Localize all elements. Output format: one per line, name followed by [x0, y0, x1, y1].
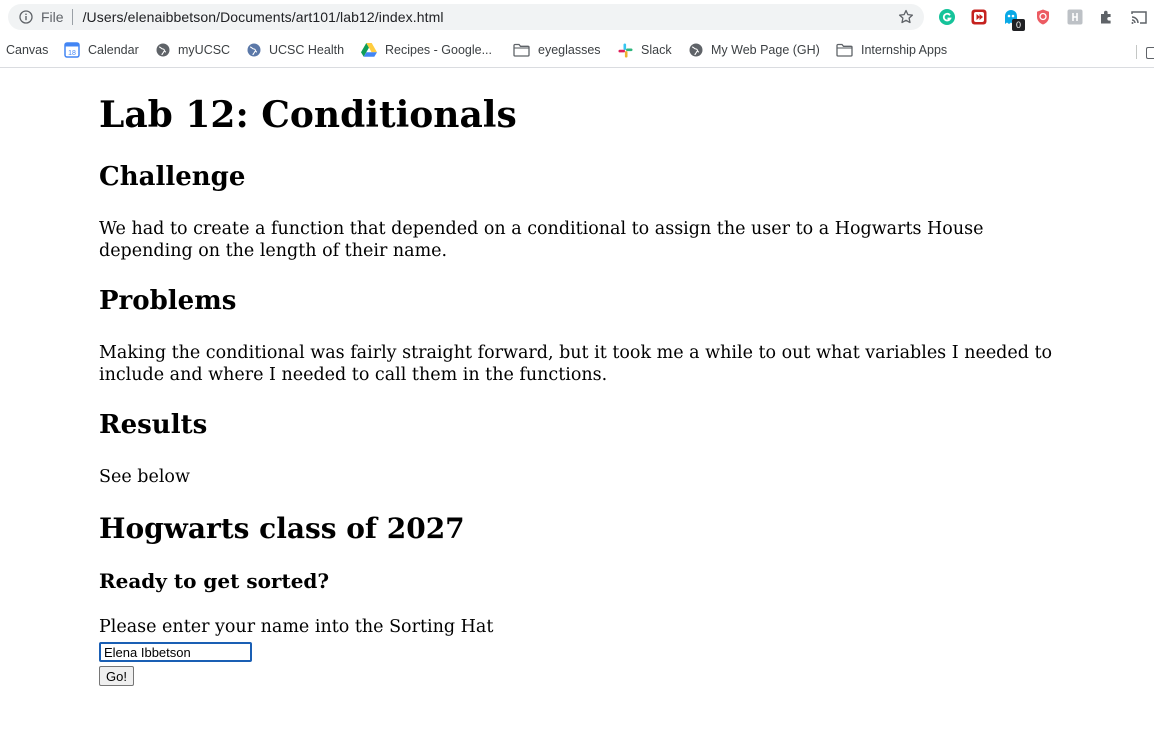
- bookmark-label: eyeglasses: [538, 43, 601, 57]
- bookmark-calendar[interactable]: 18 Calendar: [64, 41, 139, 59]
- bookmark-ucsc-health[interactable]: UCSC Health: [247, 41, 344, 59]
- folder-icon: [513, 43, 530, 57]
- folder-icon: [836, 43, 853, 57]
- bookmark-label: Slack: [641, 43, 672, 57]
- bookmark-canvas[interactable]: Canvas: [6, 41, 48, 59]
- slack-icon: [618, 43, 633, 57]
- url-scheme: File: [41, 9, 64, 25]
- extensions-puzzle-icon[interactable]: [1098, 8, 1116, 26]
- extension-badge: 0: [1012, 19, 1025, 31]
- bookmark-label: UCSC Health: [269, 43, 345, 57]
- bookmark-my-web-page[interactable]: My Web Page (GH): [689, 41, 820, 59]
- grey-extension-icon[interactable]: [1066, 8, 1084, 26]
- url-text[interactable]: /Users/elenaibbetson/Documents/art101/la…: [83, 9, 444, 25]
- browser-chrome: File /Users/elenaibbetson/Documents/art1…: [0, 0, 1154, 68]
- section-text-challenge: We had to create a function that depende…: [99, 219, 984, 261]
- bookmarks-bar: Canvas 18 Calendar myUCSC UCSC Health Re…: [0, 34, 1154, 64]
- name-input[interactable]: [99, 642, 252, 662]
- other-bookmarks-folder-icon[interactable]: [1146, 47, 1154, 59]
- google-drive-icon: [361, 43, 377, 57]
- bookmark-label: Calendar: [88, 43, 139, 57]
- bookmark-recipes[interactable]: Recipes - Google...: [361, 41, 492, 59]
- cast-icon[interactable]: [1130, 8, 1148, 26]
- bookmark-label: Internship Apps: [861, 43, 948, 57]
- shield-icon[interactable]: [1034, 8, 1052, 26]
- page-title: Lab 12: Conditionals: [99, 94, 517, 136]
- grammarly-extension-icon[interactable]: [938, 8, 956, 26]
- go-button[interactable]: Go!: [99, 666, 134, 686]
- globe-icon: [247, 43, 261, 57]
- bookmark-label: Recipes - Google...: [385, 43, 492, 57]
- globe-icon: [689, 43, 703, 57]
- bookmark-label: myUCSC: [178, 43, 231, 57]
- globe-icon: [156, 43, 170, 57]
- red-extension-icon[interactable]: [970, 8, 988, 26]
- section-text-problems: Making the conditional was fairly straig…: [99, 343, 1053, 385]
- bookmark-label: Canvas: [6, 43, 49, 57]
- bookmark-myucsc[interactable]: myUCSC: [156, 41, 230, 59]
- bookmark-star-icon[interactable]: [898, 9, 914, 25]
- scheme-divider: [71, 9, 73, 25]
- section-heading-challenge: Challenge: [99, 162, 246, 192]
- toolbar: File /Users/elenaibbetson/Documents/art1…: [0, 0, 1154, 34]
- section-heading-problems: Problems: [99, 286, 237, 316]
- bookmark-eyeglasses[interactable]: eyeglasses: [513, 41, 601, 59]
- address-bar[interactable]: File /Users/elenaibbetson/Documents/art1…: [8, 4, 924, 30]
- sorting-app-heading: Hogwarts class of 2027: [99, 512, 465, 545]
- svg-text:18: 18: [68, 50, 76, 57]
- info-icon[interactable]: [19, 10, 33, 24]
- bookmark-internship-apps[interactable]: Internship Apps: [836, 41, 947, 59]
- section-text-results: See below: [99, 467, 190, 487]
- section-heading-results: Results: [99, 410, 208, 440]
- sorting-app-subheading: Ready to get sorted?: [99, 569, 330, 593]
- bookmark-slack[interactable]: Slack: [618, 41, 672, 59]
- bookmark-label: My Web Page (GH): [711, 43, 820, 57]
- name-prompt: Please enter your name into the Sorting …: [99, 617, 494, 637]
- bookmarks-divider: [1136, 45, 1137, 59]
- calendar-icon: 18: [64, 42, 80, 58]
